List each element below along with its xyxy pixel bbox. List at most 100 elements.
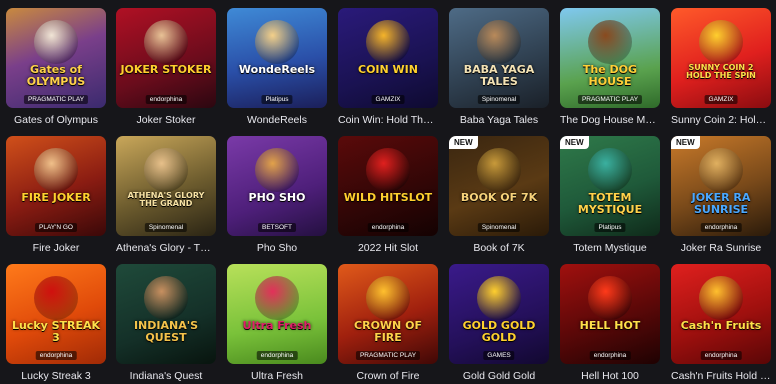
provider-label: PLAY'N GO	[35, 223, 77, 232]
game-logo: INDIANA'S QUEST	[133, 319, 199, 344]
game-tile[interactable]: INDIANA'S QUEST Indiana's Quest	[116, 264, 216, 383]
game-title[interactable]: Sunny Coin 2: Hold T…	[671, 113, 771, 127]
provider-label: Spinomenal	[477, 223, 521, 232]
game-thumbnail[interactable]: Ultra Fresh endorphina	[227, 264, 327, 364]
game-title[interactable]: Baba Yaga Tales	[449, 113, 549, 127]
game-thumbnail[interactable]: WILD HITSLOT endorphina	[338, 136, 438, 236]
game-title[interactable]: Lucky Streak 3	[6, 369, 106, 383]
game-artwork	[144, 148, 188, 192]
provider-label: endorphina	[700, 351, 742, 360]
game-title[interactable]: Indiana's Quest	[116, 369, 216, 383]
game-logo: SUNNY COIN 2 HOLD THE SPIN	[686, 63, 756, 81]
game-thumbnail[interactable]: Cash'n Fruits endorphina	[671, 264, 771, 364]
game-title[interactable]: Ultra Fresh	[227, 369, 327, 383]
provider-label: endorphina	[256, 351, 298, 360]
game-artwork	[144, 276, 188, 320]
game-artwork	[588, 276, 632, 320]
provider-label: endorphina	[700, 223, 742, 232]
game-tile[interactable]: HELL HOT endorphina Hell Hot 100	[560, 264, 660, 383]
game-title[interactable]: Book of 7K	[449, 241, 549, 255]
game-thumbnail[interactable]: BABA YAGA TALES Spinomenal	[449, 8, 549, 108]
game-title[interactable]: Fire Joker	[6, 241, 106, 255]
game-tile[interactable]: TOTEM MYSTIQUE Platipus NEW Totem Mystique	[560, 136, 660, 255]
game-thumbnail[interactable]: INDIANA'S QUEST	[116, 264, 216, 364]
game-title[interactable]: Hell Hot 100	[560, 369, 660, 383]
game-thumbnail[interactable]: JOKER STOKER endorphina	[116, 8, 216, 108]
game-tile[interactable]: CROWN OF FIRE PRAGMATIC PLAY Crown of Fire	[338, 264, 438, 383]
provider-label: Spinomenal	[144, 223, 188, 232]
game-thumbnail[interactable]: SUNNY COIN 2 HOLD THE SPIN GAMZIX	[671, 8, 771, 108]
game-title[interactable]: 2022 Hit Slot	[338, 241, 438, 255]
game-logo: HELL HOT	[579, 319, 641, 332]
game-title[interactable]: Gates of Olympus	[6, 113, 106, 127]
game-thumbnail[interactable]: COIN WIN GAMZIX	[338, 8, 438, 108]
game-tile[interactable]: JOKER RA SUNRISE endorphina NEW Joker Ra Su…	[671, 136, 771, 255]
game-tile[interactable]: JOKER STOKER endorphina Joker Stoker	[116, 8, 216, 127]
new-badge: NEW	[671, 136, 700, 149]
game-thumbnail[interactable]: JOKER RA SUNRISE endorphina NEW	[671, 136, 771, 236]
new-badge: NEW	[560, 136, 589, 149]
game-title[interactable]: The Dog House Mega…	[560, 113, 660, 127]
game-title[interactable]: Totem Mystique	[560, 241, 660, 255]
game-tile[interactable]: Gates of OLYMPUS PRAGMATIC PLAY Gates of O…	[6, 8, 106, 127]
game-tile[interactable]: Ultra Fresh endorphina Ultra Fresh	[227, 264, 327, 383]
game-tile[interactable]: Cash'n Fruits endorphina Cash'n Fruits Hol…	[671, 264, 771, 383]
game-tile[interactable]: BABA YAGA TALES Spinomenal Baba Yaga Tales	[449, 8, 549, 127]
game-artwork	[255, 276, 299, 320]
game-thumbnail[interactable]: FIRE JOKER PLAY'N GO	[6, 136, 106, 236]
game-tile[interactable]: GOLD GOLD GOLD GAMES Gold Gold Gold	[449, 264, 549, 383]
game-title[interactable]: Crown of Fire	[338, 369, 438, 383]
game-tile[interactable]: COIN WIN GAMZIX Coin Win: Hold The Spin	[338, 8, 438, 127]
provider-label: GAMZIX	[704, 95, 738, 104]
game-thumbnail[interactable]: GOLD GOLD GOLD GAMES	[449, 264, 549, 364]
provider-label: PRAGMATIC PLAY	[355, 351, 421, 360]
provider-label: endorphina	[145, 95, 187, 104]
game-title[interactable]: Coin Win: Hold The Spin	[338, 113, 438, 127]
game-tile[interactable]: ATHENA'S GLORY THE GRAND Spinomenal Athena…	[116, 136, 216, 255]
provider-label: GAMES	[483, 351, 515, 360]
game-thumbnail[interactable]: BOOK OF 7K Spinomenal NEW	[449, 136, 549, 236]
game-grid: Gates of OLYMPUS PRAGMATIC PLAY Gates of O…	[0, 0, 776, 384]
game-title[interactable]: Joker Ra Sunrise	[671, 241, 771, 255]
game-artwork	[366, 20, 410, 64]
provider-label: endorphina	[367, 223, 409, 232]
game-logo: JOKER STOKER	[120, 63, 212, 76]
game-title[interactable]: Cash'n Fruits Hold and…	[671, 369, 771, 383]
game-thumbnail[interactable]: WondeReels Platipus	[227, 8, 327, 108]
game-artwork	[34, 148, 78, 192]
game-thumbnail[interactable]: Gates of OLYMPUS PRAGMATIC PLAY	[6, 8, 106, 108]
game-logo: FIRE JOKER	[21, 191, 91, 204]
game-thumbnail[interactable]: Lucky STREAK 3 endorphina	[6, 264, 106, 364]
game-artwork	[477, 276, 521, 320]
game-artwork	[588, 148, 632, 192]
game-tile[interactable]: SUNNY COIN 2 HOLD THE SPIN GAMZIX Sunny Co…	[671, 8, 771, 127]
game-tile[interactable]: Lucky STREAK 3 endorphina Lucky Streak 3	[6, 264, 106, 383]
game-tile[interactable]: WondeReels Platipus WondeReels	[227, 8, 327, 127]
game-thumbnail[interactable]: TOTEM MYSTIQUE Platipus NEW	[560, 136, 660, 236]
game-thumbnail[interactable]: PHO SHO BETSOFT	[227, 136, 327, 236]
game-thumbnail[interactable]: The DOG HOUSE PRAGMATIC PLAY	[560, 8, 660, 108]
game-thumbnail[interactable]: CROWN OF FIRE PRAGMATIC PLAY	[338, 264, 438, 364]
game-logo: Gates of OLYMPUS	[26, 63, 86, 88]
game-title[interactable]: Pho Sho	[227, 241, 327, 255]
game-logo: GOLD GOLD GOLD	[462, 319, 536, 344]
game-title[interactable]: Joker Stoker	[116, 113, 216, 127]
game-artwork	[366, 276, 410, 320]
game-tile[interactable]: The DOG HOUSE PRAGMATIC PLAY The Dog House…	[560, 8, 660, 127]
game-tile[interactable]: FIRE JOKER PLAY'N GO Fire Joker	[6, 136, 106, 255]
game-tile[interactable]: BOOK OF 7K Spinomenal NEW Book of 7K	[449, 136, 549, 255]
game-title[interactable]: Athena's Glory - The G…	[116, 241, 216, 255]
provider-label: BETSOFT	[258, 223, 296, 232]
game-tile[interactable]: PHO SHO BETSOFT Pho Sho	[227, 136, 327, 255]
provider-label: Spinomenal	[477, 95, 521, 104]
provider-label: PRAGMATIC PLAY	[577, 95, 643, 104]
game-title[interactable]: WondeReels	[227, 113, 327, 127]
game-thumbnail[interactable]: HELL HOT endorphina	[560, 264, 660, 364]
game-logo: WILD HITSLOT	[343, 191, 433, 204]
game-thumbnail[interactable]: ATHENA'S GLORY THE GRAND Spinomenal	[116, 136, 216, 236]
game-title[interactable]: Gold Gold Gold	[449, 369, 549, 383]
provider-label: Platipus	[261, 95, 293, 104]
game-tile[interactable]: WILD HITSLOT endorphina 2022 Hit Slot	[338, 136, 438, 255]
game-artwork	[366, 148, 410, 192]
game-artwork	[699, 276, 743, 320]
